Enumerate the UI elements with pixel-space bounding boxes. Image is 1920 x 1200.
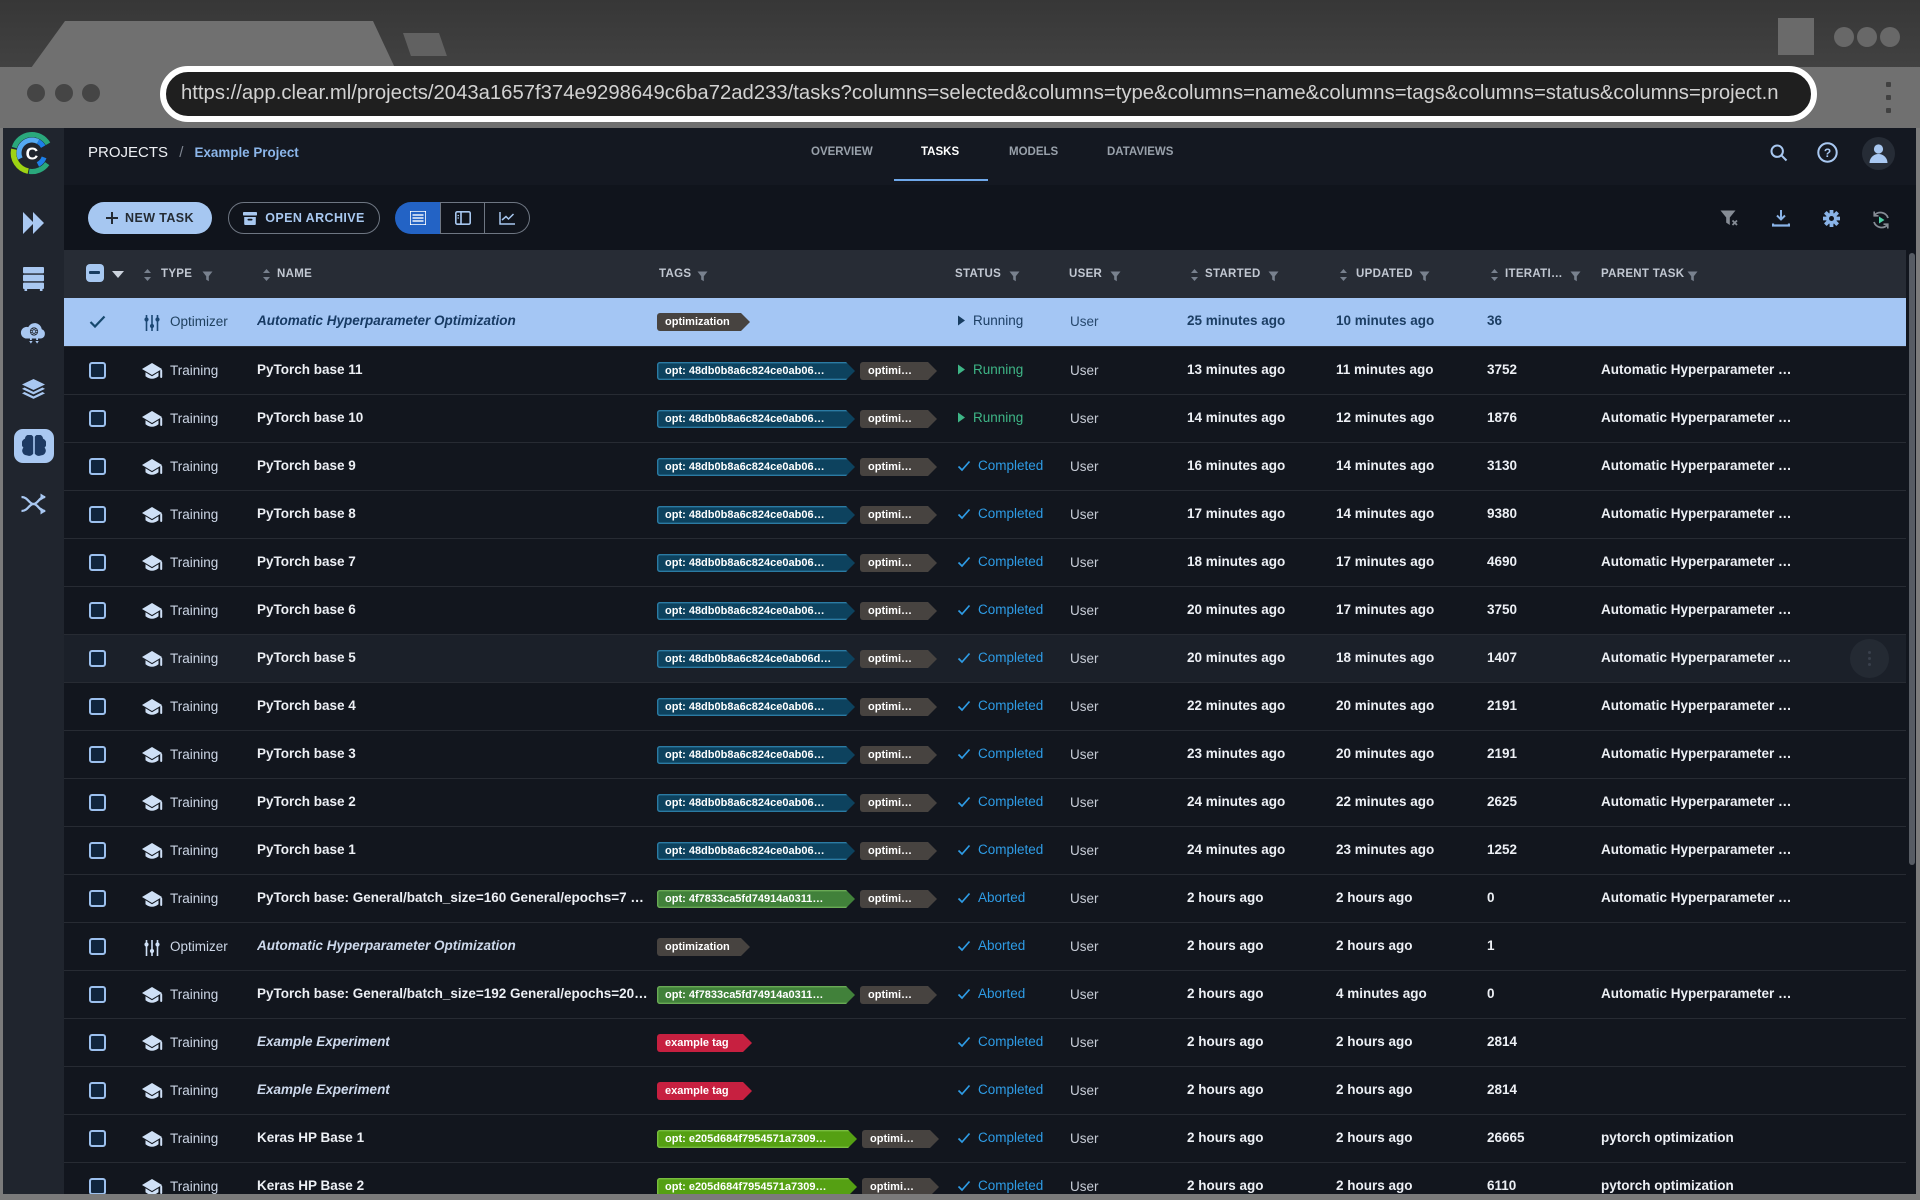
svg-text:C: C (26, 144, 39, 164)
svg-text:?: ? (1824, 146, 1831, 160)
